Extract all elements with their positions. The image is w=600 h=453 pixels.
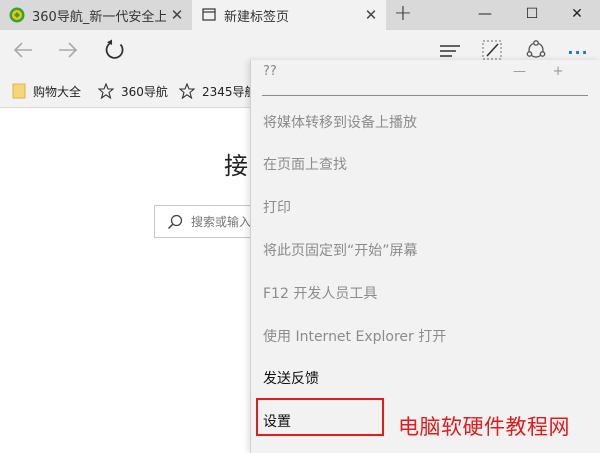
- close-window-button[interactable]: ✕: [554, 0, 600, 30]
- refresh-icon: [104, 39, 126, 65]
- tab-close-icon[interactable]: ✕: [166, 6, 188, 24]
- watermark-text: 电脑软硬件教程网: [398, 415, 570, 439]
- forward-arrow-icon: [57, 41, 79, 63]
- search-box[interactable]: [154, 205, 264, 238]
- favorite-label: 购物大全: [33, 84, 82, 99]
- star-icon: [179, 83, 195, 99]
- settings-highlight-box: [256, 398, 384, 436]
- favorite-2345[interactable]: 2345导航: [179, 74, 257, 108]
- menu-item-f12-tools[interactable]: F12 开发人员工具: [263, 282, 377, 306]
- more-icon: ···: [567, 42, 589, 62]
- refresh-button[interactable]: [95, 30, 135, 74]
- back-arrow-icon: [12, 41, 34, 63]
- page-icon: [201, 7, 217, 23]
- favorite-shopping[interactable]: 购物大全: [12, 74, 81, 108]
- tab-close-icon[interactable]: ✕: [360, 6, 382, 24]
- folder-icon: [12, 83, 26, 99]
- tab-360-navigation[interactable]: 360导航_新一代安全上网导 ✕: [0, 0, 192, 30]
- menu-item-send-feedback[interactable]: 发送反馈: [263, 367, 319, 391]
- 360-safe-icon: [9, 7, 25, 23]
- menu-item-cut-off[interactable]: ??: [263, 64, 277, 79]
- menu-item-print[interactable]: 打印: [263, 196, 291, 220]
- tab-new-tab[interactable]: 新建标签页 ✕: [192, 0, 386, 30]
- hub-icon: [439, 43, 461, 62]
- menu-item-pin-to-start[interactable]: 将此页固定到“开始”屏幕: [263, 239, 418, 263]
- new-tab-button[interactable]: +: [390, 2, 416, 28]
- back-button[interactable]: [3, 30, 43, 74]
- menu-item-find-on-page[interactable]: 在页面上查找: [263, 153, 347, 177]
- menu-divider: [262, 95, 588, 96]
- forward-button[interactable]: [48, 30, 88, 74]
- minimize-button[interactable]: —: [462, 0, 508, 30]
- tab-title: 360导航_新一代安全上网导: [32, 9, 166, 25]
- favorite-360[interactable]: 360导航: [98, 74, 168, 108]
- search-icon: [167, 214, 183, 230]
- more-actions-menu: ?? — + 将媒体转移到设备上播放 在页面上查找 打印 将此页固定到“开始”屏…: [250, 60, 600, 453]
- menu-item-open-ie[interactable]: 使用 Internet Explorer 打开: [263, 325, 446, 349]
- maximize-button[interactable]: ☐: [509, 0, 555, 30]
- page-heading: 接: [224, 152, 248, 180]
- star-icon: [98, 83, 114, 99]
- tab-strip: 360导航_新一代安全上网导 ✕ 新建标签页 ✕ + — ☐ ✕: [0, 0, 600, 30]
- tab-title: 新建标签页: [224, 9, 290, 25]
- menu-item-cast-media[interactable]: 将媒体转移到设备上播放: [263, 111, 417, 135]
- favorite-label: 2345导航: [202, 84, 257, 99]
- zoom-controls[interactable]: — +: [513, 64, 565, 79]
- favorite-label: 360导航: [121, 84, 168, 99]
